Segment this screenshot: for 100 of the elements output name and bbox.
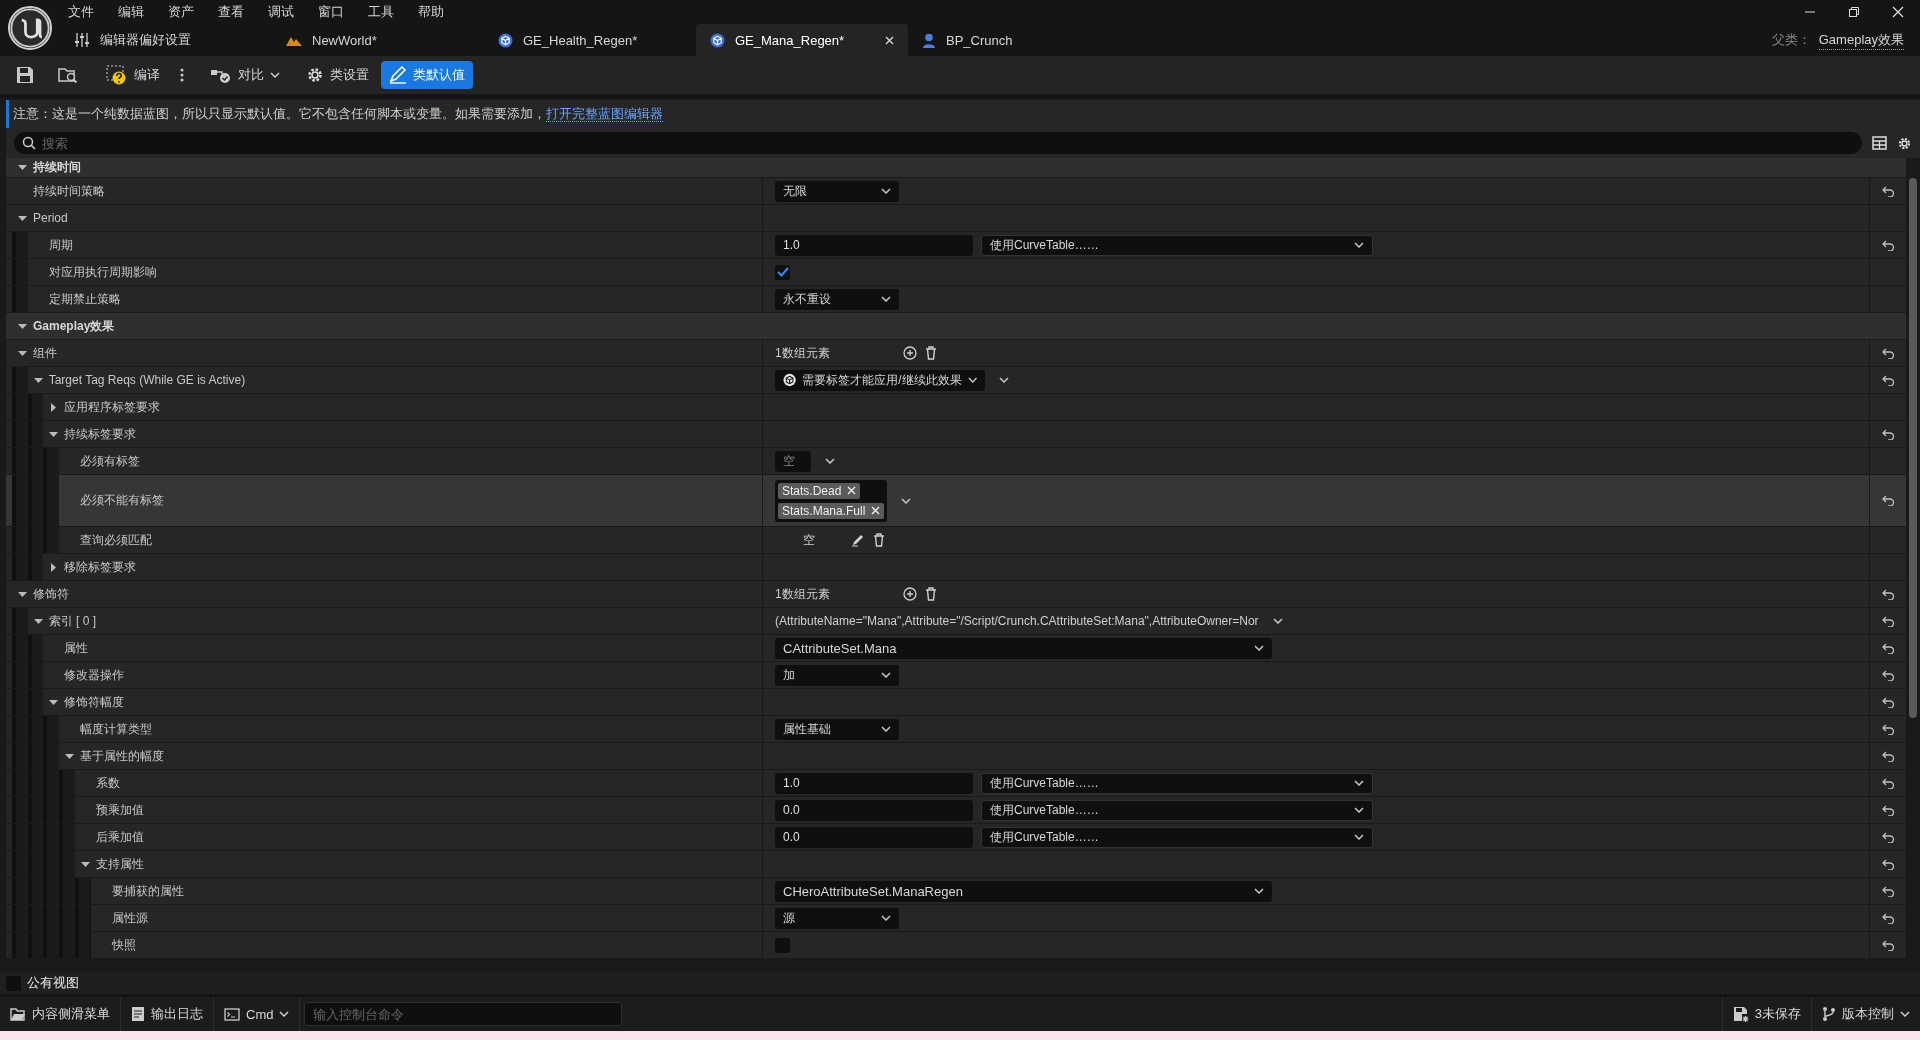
tag-chip[interactable]: Stats.Mana.Full xyxy=(778,502,885,519)
reset-icon[interactable] xyxy=(1881,428,1895,440)
unsaved-button[interactable]: 3未保存 xyxy=(1721,997,1811,1031)
expanded-arrow-icon[interactable] xyxy=(65,751,75,761)
reset-icon[interactable] xyxy=(1881,912,1895,924)
menu-item[interactable]: 工具 xyxy=(356,3,406,21)
chevron-icon xyxy=(881,188,891,194)
settings-icon[interactable] xyxy=(1897,135,1912,151)
diff-button[interactable]: 对比 xyxy=(202,61,288,89)
expanded-arrow-icon[interactable] xyxy=(49,697,59,707)
class-settings-button[interactable]: 类设置 xyxy=(298,61,377,89)
category-row[interactable]: 持续时间 xyxy=(6,158,1906,178)
document-tab[interactable]: BP_Crunch xyxy=(908,24,1120,56)
number-field[interactable]: 1.0 xyxy=(775,772,973,794)
engine-logo-icon[interactable] xyxy=(8,6,52,50)
remove-icon[interactable] xyxy=(871,506,881,515)
reset-icon[interactable] xyxy=(1881,669,1895,681)
reset-icon[interactable] xyxy=(1881,347,1895,359)
checkbox[interactable] xyxy=(775,264,790,280)
chevron-icon xyxy=(1900,1011,1910,1017)
tag-chip[interactable]: Stats.Dead xyxy=(778,482,861,499)
attribute-dropdown[interactable]: CAttributeSet.Mana xyxy=(775,637,1272,659)
document-tab[interactable]: GE_Health_Regen* xyxy=(484,24,696,56)
document-tab[interactable]: NewWorld* xyxy=(272,24,484,56)
cmd-dropdown[interactable]: Cmd xyxy=(214,997,301,1031)
reset-icon[interactable] xyxy=(1881,239,1895,251)
reset-icon[interactable] xyxy=(1881,804,1895,816)
curve-table-dropdown[interactable]: 使用CurveTable…… xyxy=(981,799,1373,821)
trash-icon[interactable] xyxy=(873,533,885,547)
reset-icon[interactable] xyxy=(1881,642,1895,654)
reset-icon[interactable] xyxy=(1881,939,1895,951)
terminal-icon xyxy=(224,1007,240,1021)
document-tab[interactable]: 编辑器偏好设置 xyxy=(60,24,272,56)
source-control-button[interactable]: 版本控制 xyxy=(1811,997,1920,1031)
reset-icon[interactable] xyxy=(1881,831,1895,843)
curve-table-dropdown[interactable]: 使用CurveTable…… xyxy=(981,826,1373,848)
compile-status-icon xyxy=(106,65,128,85)
expanded-arrow-icon[interactable] xyxy=(18,589,27,599)
reset-icon[interactable] xyxy=(1881,615,1895,627)
number-field[interactable]: 0.0 xyxy=(775,826,973,848)
reset-icon[interactable] xyxy=(1881,885,1895,897)
dropdown[interactable]: 加 xyxy=(775,664,899,686)
expanded-arrow-icon[interactable] xyxy=(18,348,27,358)
parent-class-link[interactable]: Gameplay效果 xyxy=(1818,30,1904,50)
class-dropdown[interactable]: 需要标签才能应用/继续此效果 xyxy=(775,369,985,391)
collapsed-arrow-icon[interactable] xyxy=(49,402,59,412)
reset-icon[interactable] xyxy=(1881,374,1895,386)
menu-item[interactable]: 编辑 xyxy=(106,3,156,21)
table-view-icon[interactable] xyxy=(1872,136,1887,150)
menu-item[interactable]: 窗口 xyxy=(306,3,356,21)
close-icon[interactable] xyxy=(1892,6,1904,18)
expanded-arrow-icon[interactable] xyxy=(80,859,90,869)
reset-icon[interactable] xyxy=(1881,750,1895,762)
menu-item[interactable]: 查看 xyxy=(206,3,256,21)
restore-icon[interactable] xyxy=(1848,6,1860,18)
edit-icon[interactable] xyxy=(851,533,865,547)
curve-table-dropdown[interactable]: 使用CurveTable…… xyxy=(981,234,1373,256)
reset-icon[interactable] xyxy=(1881,858,1895,870)
dropdown[interactable]: 源 xyxy=(775,907,899,929)
expanded-arrow-icon[interactable] xyxy=(49,429,59,439)
document-tab[interactable]: GE_Mana_Regen* xyxy=(696,24,908,56)
add-icon[interactable] xyxy=(903,346,917,360)
console-input[interactable]: 输入控制台命令 xyxy=(304,1002,623,1026)
empty-tag-field[interactable]: 空 xyxy=(775,450,811,472)
content-drawer-button[interactable]: 内容侧滑菜单 xyxy=(0,997,121,1031)
remove-icon[interactable] xyxy=(847,486,857,495)
trash-icon[interactable] xyxy=(925,587,937,601)
add-icon[interactable] xyxy=(903,587,917,601)
number-field[interactable]: 0.0 xyxy=(775,799,973,821)
number-field[interactable]: 1.0 xyxy=(775,234,973,256)
dropdown[interactable]: 永不重设 xyxy=(775,288,899,310)
class-defaults-button[interactable]: 类默认值 xyxy=(381,61,473,89)
dropdown[interactable]: 无限 xyxy=(775,180,899,202)
reset-icon[interactable] xyxy=(1881,777,1895,789)
menu-item[interactable]: 调试 xyxy=(256,3,306,21)
trash-icon[interactable] xyxy=(925,346,937,360)
reset-icon[interactable] xyxy=(1881,723,1895,735)
curve-table-dropdown[interactable]: 使用CurveTable…… xyxy=(981,772,1373,794)
expanded-arrow-icon[interactable] xyxy=(18,321,27,331)
reset-icon[interactable] xyxy=(1881,696,1895,708)
menu-item[interactable]: 帮助 xyxy=(406,3,456,21)
attribute-dropdown[interactable]: CHeroAttributeSet.ManaRegen xyxy=(775,880,1272,902)
output-log-button[interactable]: 输出日志 xyxy=(121,997,214,1031)
reset-icon[interactable] xyxy=(1881,495,1895,506)
category-row[interactable]: Gameplay效果 xyxy=(6,313,1906,340)
search-field[interactable]: 搜索 xyxy=(14,132,1862,154)
dropdown[interactable]: 属性基础 xyxy=(775,718,899,740)
property-label: 组件 xyxy=(33,344,57,362)
reset-icon[interactable] xyxy=(1881,588,1895,600)
expanded-arrow-icon[interactable] xyxy=(33,616,43,626)
collapsed-arrow-icon[interactable] xyxy=(49,562,59,572)
expanded-arrow-icon[interactable] xyxy=(18,213,27,223)
expanded-arrow-icon[interactable] xyxy=(33,375,43,385)
expanded-arrow-icon[interactable] xyxy=(18,163,27,172)
compile-button[interactable]: 编译 xyxy=(98,61,168,89)
reset-icon[interactable] xyxy=(1881,185,1895,197)
open-editor-link[interactable]: 打开完整蓝图编辑器 xyxy=(546,106,663,122)
menu-item[interactable]: 资产 xyxy=(156,3,206,21)
menu-item[interactable]: 文件 xyxy=(60,3,106,21)
close-icon[interactable] xyxy=(885,35,894,45)
